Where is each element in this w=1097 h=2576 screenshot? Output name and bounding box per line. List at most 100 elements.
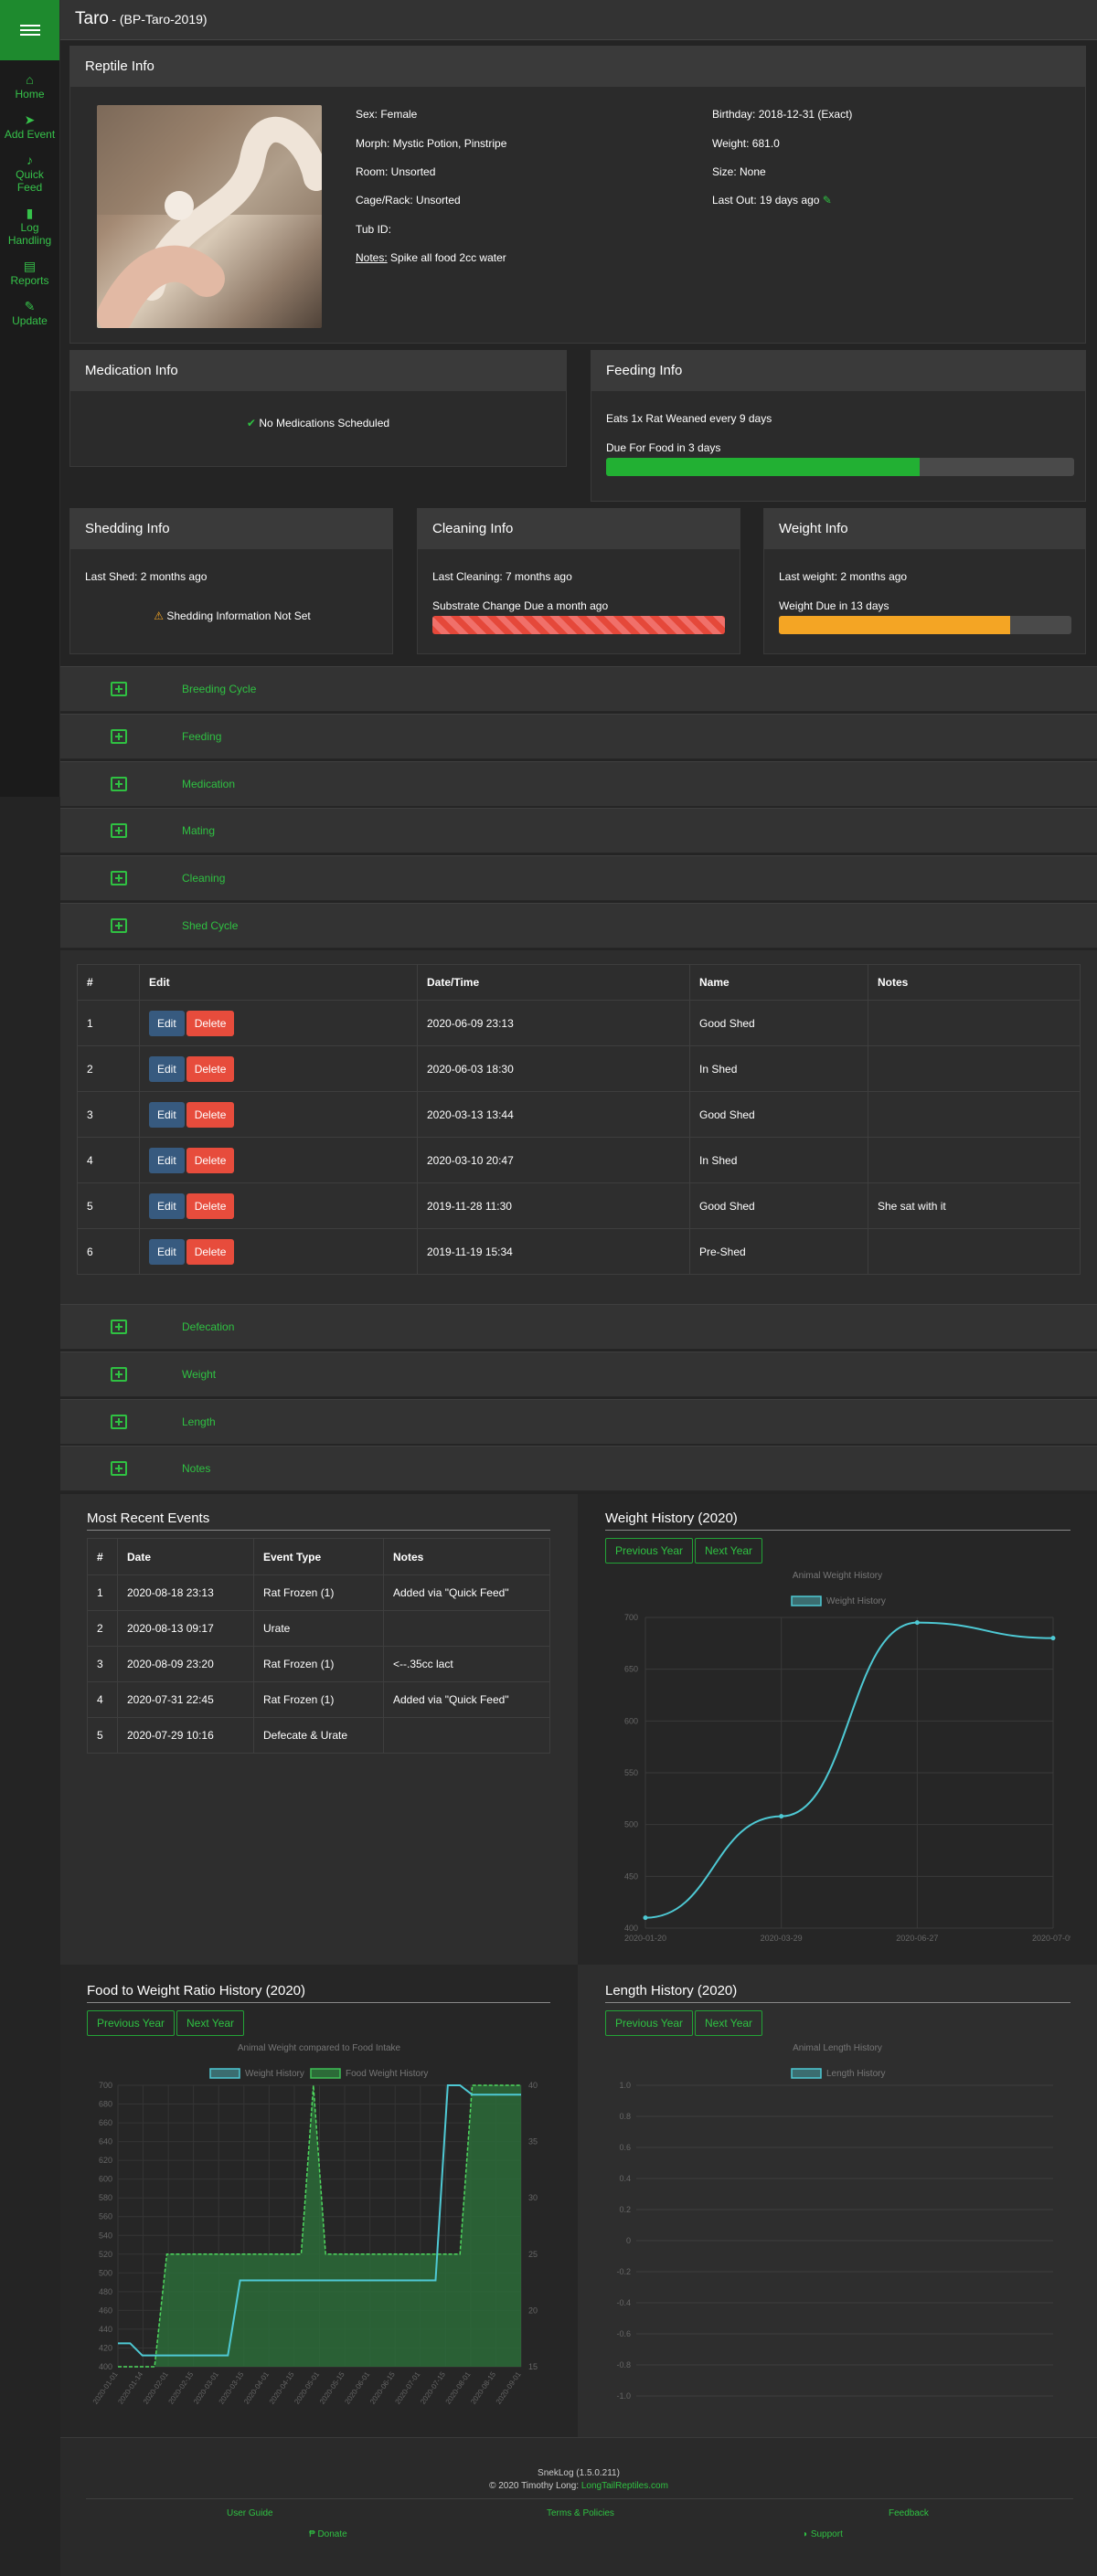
nav-item-add-event[interactable]: ➤ Add Event — [0, 113, 59, 141]
nav-item-label: Reports — [10, 274, 49, 287]
length-history-title: Length History (2020) — [605, 1983, 1070, 2003]
edit-button[interactable]: Edit — [149, 1147, 185, 1173]
accordion-notes[interactable]: Notes — [60, 1446, 1097, 1492]
legend-label: Weight History — [245, 2069, 304, 2079]
recent-row-notes — [383, 1717, 550, 1754]
weight-next-year-button[interactable]: Next Year — [695, 1538, 763, 1564]
x-tick-label: 2020-03-01 — [192, 2370, 220, 2406]
weight-text: Weight: 681.0 — [712, 137, 780, 150]
footer-terms-link[interactable]: Terms & Policies — [547, 2508, 614, 2518]
y2-tick-label: 25 — [528, 2250, 538, 2259]
shed-row-num: 2 — [77, 1045, 140, 1092]
notes-text: Notes: Spike all food 2cc water — [356, 251, 506, 264]
y-tick-label: 420 — [99, 2343, 112, 2352]
legend-swatch[interactable] — [209, 2068, 240, 2079]
edit-button[interactable]: Edit — [149, 1010, 185, 1036]
footer-divider — [86, 2498, 1073, 2499]
accordion-breeding-cycle[interactable]: Breeding Cycle — [60, 666, 1097, 712]
plus-square-icon — [111, 776, 127, 791]
delete-button[interactable]: Delete — [186, 1010, 235, 1036]
accordion-length[interactable]: Length — [60, 1398, 1097, 1445]
plus-square-icon — [111, 871, 127, 886]
recent-row-num: 1 — [87, 1574, 118, 1611]
notes-value: Spike all food 2cc water — [387, 251, 506, 264]
nav-item-update[interactable]: ✎ Update — [0, 300, 59, 327]
accordion-label: Cleaning — [182, 872, 226, 885]
accordion-label: Defecation — [182, 1320, 235, 1333]
y-tick-label: 450 — [624, 1871, 638, 1881]
shed-row-notes — [868, 1228, 1081, 1275]
table-row: 4 2020-07-31 22:45 Rat Frozen (1) Added via… — [87, 1681, 550, 1718]
footer-site-link[interactable]: LongTailReptiles.com — [581, 2481, 668, 2491]
shed-row-actions: Edit Delete — [139, 1182, 418, 1229]
accordion-label: Mating — [182, 824, 216, 838]
footer-support-link[interactable]: ◗ Support — [803, 2529, 843, 2539]
accordion-weight[interactable]: Weight — [60, 1351, 1097, 1397]
recent-row-date: 2020-08-13 09:17 — [117, 1610, 254, 1647]
edit-button[interactable]: Edit — [149, 1055, 185, 1082]
y-tick-label: 580 — [99, 2193, 112, 2202]
reptile-name: Taro — [75, 9, 109, 28]
shed-row-num: 4 — [77, 1137, 140, 1183]
edit-last-out-icon[interactable]: ✎ — [823, 194, 832, 207]
menu-toggle-button[interactable] — [0, 0, 59, 60]
ratio-next-year-button[interactable]: Next Year — [176, 2010, 245, 2036]
weight-progress — [779, 616, 1071, 634]
nav-item-home[interactable]: ⌂ Home — [0, 73, 59, 101]
delete-button[interactable]: Delete — [186, 1238, 235, 1265]
cleaning-progress — [432, 616, 725, 634]
weight-history-title: Weight History (2020) — [605, 1511, 1070, 1531]
legend-swatch[interactable] — [791, 1595, 822, 1606]
weight-info-title: Weight Info — [764, 509, 1085, 549]
shedding-last: Last Shed: 2 months ago — [85, 570, 208, 583]
data-point[interactable] — [914, 1620, 920, 1626]
last-out-text: Last Out: 19 days ago ✎ — [712, 194, 832, 207]
length-next-year-button[interactable]: Next Year — [695, 2010, 763, 2036]
data-point[interactable] — [643, 1915, 648, 1921]
recent-row-notes: Added via "Quick Feed" — [383, 1574, 550, 1611]
length-prev-year-button[interactable]: Previous Year — [605, 2010, 694, 2036]
legend-swatch[interactable] — [791, 2068, 822, 2079]
y-tick-label: 700 — [624, 1613, 638, 1622]
accordion-feeding[interactable]: Feeding — [60, 713, 1097, 759]
weight-prev-year-button[interactable]: Previous Year — [605, 1538, 694, 1564]
ratio-prev-year-button[interactable]: Previous Year — [87, 2010, 176, 2036]
nav-item-reports[interactable]: ▤ Reports — [0, 260, 59, 287]
data-point[interactable] — [779, 1814, 784, 1819]
plus-square-icon — [111, 682, 127, 696]
cleaning-due: Substrate Change Due a month ago — [432, 599, 609, 612]
accordion-cleaning[interactable]: Cleaning — [60, 855, 1097, 902]
recent-events-table: # Date Event Type Notes 1 2020-08-18 23:1… — [87, 1538, 550, 1754]
accordion-defecation[interactable]: Defecation — [60, 1304, 1097, 1350]
x-tick-label: 2020-04-15 — [268, 2370, 296, 2406]
shed-table: # Edit Date/Time Name Notes 1 Edit Delete 2… — [77, 964, 1081, 1275]
x-tick-label: 2020-02-01 — [142, 2370, 170, 2406]
x-tick-label: 2020-07-15 — [419, 2370, 447, 2406]
footer-feedback-link[interactable]: Feedback — [889, 2508, 929, 2518]
edit-button[interactable]: Edit — [149, 1238, 185, 1265]
delete-button[interactable]: Delete — [186, 1193, 235, 1219]
delete-button[interactable]: Delete — [186, 1147, 235, 1173]
footer-user-guide-link[interactable]: User Guide — [227, 2508, 273, 2518]
nav-item-log-handling[interactable]: ▮ Log Handling — [0, 207, 59, 247]
data-point[interactable] — [1050, 1636, 1056, 1641]
y-tick-label: 0.4 — [619, 2174, 631, 2183]
edit-button[interactable]: Edit — [149, 1193, 185, 1219]
nav-item-quick-feed[interactable]: ♪ Quick Feed — [0, 154, 59, 194]
cleaning-title: Cleaning Info — [418, 509, 740, 549]
accordion-mating[interactable]: Mating — [60, 808, 1097, 854]
legend-swatch[interactable] — [310, 2068, 341, 2079]
recent-row-date: 2020-07-31 22:45 — [117, 1681, 254, 1718]
footer: SnekLog (1.5.0.211) © 2020 Timothy Long:… — [60, 2437, 1097, 2576]
shed-row-name: Pre-Shed — [689, 1228, 868, 1275]
delete-button[interactable]: Delete — [186, 1055, 235, 1082]
accordion-medication[interactable]: Medication — [60, 760, 1097, 807]
delete-button[interactable]: Delete — [186, 1101, 235, 1128]
shedding-title: Shedding Info — [70, 509, 392, 549]
edit-button[interactable]: Edit — [149, 1101, 185, 1128]
footer-donate-link[interactable]: ₱ Donate — [309, 2529, 347, 2539]
shed-row-actions: Edit Delete — [139, 1045, 418, 1092]
accordion-shed-cycle[interactable]: Shed Cycle — [60, 903, 1097, 949]
recent-row-type: Rat Frozen (1) — [253, 1646, 384, 1682]
x-tick-label: 2020-07-09 — [1032, 1934, 1070, 1943]
